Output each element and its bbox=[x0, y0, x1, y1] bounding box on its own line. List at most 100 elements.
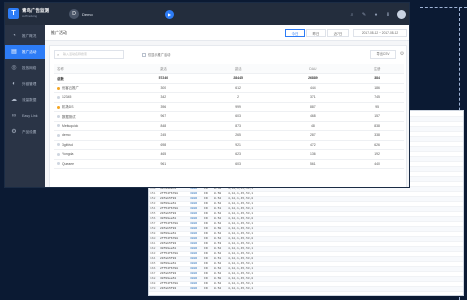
table-cell: 465 bbox=[126, 149, 201, 160]
table-cell: 338 bbox=[350, 130, 404, 141]
export-button[interactable]: 导出CSV bbox=[370, 50, 396, 59]
table-cell: 967 bbox=[126, 111, 201, 122]
notification-icon[interactable]: ● bbox=[373, 12, 379, 18]
column-header[interactable]: 激活 bbox=[126, 64, 201, 74]
table-header: 名称 激活 激活 DAU 注册 bbox=[54, 64, 404, 74]
status-dot bbox=[57, 143, 60, 147]
campaign-name[interactable]: 优客云推广 bbox=[54, 83, 126, 93]
table-row[interactable]: 优客云推广 300 612 444 186 bbox=[54, 83, 404, 93]
tab-yesterday[interactable]: 昨日 bbox=[306, 29, 326, 37]
table-row[interactable]: 12345 342 2 371 745 bbox=[54, 92, 404, 103]
table-row[interactable]: Queaee 961 603 561 440 bbox=[54, 159, 404, 169]
table-cell: 961 bbox=[126, 159, 201, 169]
table-cell: 698 bbox=[126, 140, 201, 150]
checkbox-box[interactable] bbox=[142, 53, 146, 58]
log-cell: 4,12,1,45,53,1 bbox=[227, 286, 463, 292]
sidebar-item-label: 产品设置 bbox=[22, 130, 37, 134]
table-row[interactable]: demo 245 265 287 338 bbox=[54, 130, 404, 141]
campaign-name-text: 优客云推广 bbox=[62, 86, 79, 91]
table-cell: 745 bbox=[350, 92, 404, 103]
table-row[interactable]: Yongda 465 623 136 192 bbox=[54, 149, 404, 160]
play-button[interactable]: ▶ bbox=[165, 10, 174, 19]
log-cell: 29fab5f93 bbox=[159, 286, 189, 292]
search-input[interactable]: ⌕ 输入活动名称搜索 bbox=[54, 50, 124, 59]
table-cell: 57240 bbox=[126, 73, 201, 84]
checkbox-label: 仅显示推广活动 bbox=[148, 53, 171, 57]
table-cell: 2 bbox=[200, 92, 276, 103]
network-icon: ◎ bbox=[11, 65, 17, 71]
log-cell: IN bbox=[203, 286, 213, 292]
campaign-name-text: Meituquick bbox=[62, 123, 79, 128]
table-cell: 396 bbox=[126, 102, 201, 112]
table-cell: 561 bbox=[275, 159, 351, 169]
table-cell: 384 bbox=[350, 73, 404, 84]
campaign-name-text: Yongda bbox=[62, 152, 74, 157]
table-cell: 371 bbox=[275, 92, 351, 103]
table-row[interactable]: 3gifdvd 698 921 472 626 bbox=[54, 140, 404, 150]
table-cell: 468 bbox=[275, 111, 351, 122]
megaphone-icon: ▤ bbox=[11, 49, 17, 55]
status-dot bbox=[57, 86, 60, 90]
total-row: 总数 57240 28445 26889 384 bbox=[54, 73, 404, 84]
cloud-icon: ☁ bbox=[11, 97, 17, 103]
tab-last7days[interactable]: 近7日 bbox=[327, 29, 349, 37]
table-cell: 603 bbox=[200, 111, 276, 122]
sidebar-item-settings[interactable]: ⚙ 产品设置 bbox=[5, 125, 45, 139]
column-header[interactable]: 激活 bbox=[200, 64, 276, 74]
campaign-name[interactable]: Queaee bbox=[54, 159, 126, 169]
filter-checkbox[interactable]: 仅显示推广活动 bbox=[142, 52, 171, 58]
table-cell: 848 bbox=[126, 121, 201, 131]
tab-today[interactable]: 今日 bbox=[285, 29, 305, 37]
gear-icon[interactable]: ⚙ bbox=[398, 50, 406, 59]
sidebar-item-traffic[interactable]: ☁ 流量数据 bbox=[5, 93, 45, 107]
main-content: 推广活动 今日 昨日 近7日 2017-08-12 ~ 2017-08-12 ⌕… bbox=[45, 25, 409, 187]
sidebar-item-overview[interactable]: ◔ 推广概况 bbox=[5, 29, 45, 43]
sidebar-item-label: 外链管理 bbox=[22, 82, 37, 86]
table-row[interactable]: 数据测试 967 603 468 157 bbox=[54, 111, 404, 122]
sidebar-item-links[interactable]: ◐ 外链管理 bbox=[5, 77, 45, 91]
table-row[interactable]: Meituquick 848 873 48 838 bbox=[54, 121, 404, 131]
sidebar-item-easylink[interactable]: ∞ Easy Link bbox=[5, 109, 45, 123]
app-icon: D bbox=[69, 9, 79, 19]
sidebar-item-networks[interactable]: ◎ 投放网络 bbox=[5, 61, 45, 75]
status-dot bbox=[57, 162, 60, 166]
table-cell: 287 bbox=[275, 130, 351, 141]
campaign-name-text: 12345 bbox=[62, 95, 72, 100]
campaign-name[interactable]: 3gifdvd bbox=[54, 140, 126, 150]
page-title: 推广活动 bbox=[51, 30, 67, 35]
search-icon[interactable]: ⌕ bbox=[349, 12, 355, 18]
app-name: Demo bbox=[82, 12, 93, 17]
campaign-name[interactable]: Meituquick bbox=[54, 121, 126, 131]
table-cell: 444 bbox=[275, 83, 351, 93]
campaign-name-text: Queaee bbox=[62, 161, 75, 166]
table-cell: 342 bbox=[126, 92, 201, 103]
brand-logo: T bbox=[8, 8, 19, 19]
sidebar-item-campaigns[interactable]: ▤ 推广活动 bbox=[5, 45, 45, 59]
date-range-picker[interactable]: 2017-08-12 ~ 2017-08-12 bbox=[353, 29, 407, 37]
table-cell: 838 bbox=[350, 121, 404, 131]
column-header[interactable]: 注册 bbox=[350, 64, 404, 74]
table-cell: 300 bbox=[126, 83, 201, 93]
table-cell: 873 bbox=[200, 121, 276, 131]
table-cell: 28445 bbox=[200, 73, 276, 84]
campaign-name[interactable]: Yongda bbox=[54, 149, 126, 160]
campaign-name[interactable]: demo bbox=[54, 130, 126, 141]
column-header[interactable]: 名称 bbox=[54, 64, 126, 74]
download-icon[interactable]: ⬇ bbox=[385, 12, 391, 18]
sidebar-item-label: 推广概况 bbox=[22, 34, 37, 38]
table-cell: 186 bbox=[350, 83, 404, 93]
table-row[interactable]: 机场DS 396 999 887 95 bbox=[54, 102, 404, 112]
brand[interactable]: T 青鸟广告监测 AdTracking bbox=[8, 7, 58, 21]
campaign-name[interactable]: 数据测试 bbox=[54, 111, 126, 122]
link-icon: ◐ bbox=[12, 81, 16, 87]
status-dot bbox=[57, 115, 60, 119]
tool-icon[interactable]: ✎ bbox=[361, 12, 367, 18]
campaign-name[interactable]: 机场DS bbox=[54, 102, 126, 112]
column-header[interactable]: DAU bbox=[275, 64, 351, 74]
log-row: 170 29fab5f93 3006 IN 0.52 4,12,1,45,53,1 bbox=[149, 286, 463, 292]
table-cell: 136 bbox=[275, 149, 351, 160]
campaign-name[interactable]: 12345 bbox=[54, 92, 126, 103]
sidebar: ◔ 推广概况 ▤ 推广活动 ◎ 投放网络 ◐ 外链管理 ☁ 流量数据 ∞ Eas… bbox=[5, 25, 45, 187]
table-cell: 999 bbox=[200, 102, 276, 112]
avatar[interactable] bbox=[397, 10, 406, 19]
